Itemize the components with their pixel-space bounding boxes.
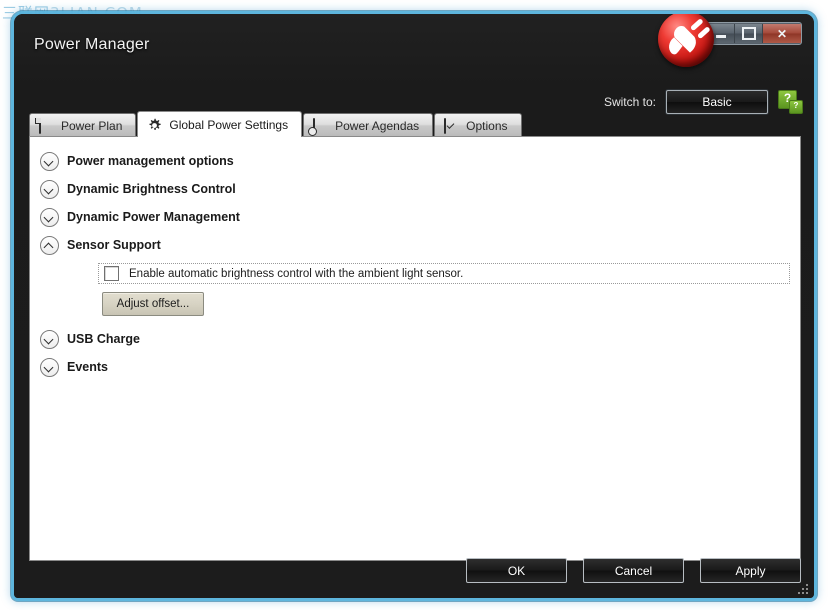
section-label: USB Charge (67, 332, 140, 346)
section-label: Dynamic Brightness Control (67, 182, 236, 196)
tab-power-plan[interactable]: Power Plan (29, 113, 137, 137)
help-question-icon[interactable]: ? ? (778, 90, 803, 114)
enable-auto-brightness-label: Enable automatic brightness control with… (129, 267, 464, 280)
power-plug-icon (652, 14, 720, 71)
tab-power-agendas[interactable]: Power Agendas (303, 113, 434, 137)
gear-glyph (149, 118, 162, 130)
switch-mode-button[interactable]: Basic (666, 90, 768, 114)
plug-glyph (669, 19, 710, 55)
section-sensor-support[interactable]: Sensor Support (30, 231, 800, 259)
section-label: Dynamic Power Management (67, 210, 240, 224)
window-controls: ✕ (706, 22, 802, 45)
adjust-offset-button[interactable]: Adjust offset... (102, 292, 204, 316)
window-title: Power Manager (34, 36, 150, 53)
tab-global-power-settings[interactable]: Global Power Settings (137, 111, 303, 137)
screenshot-root: 三联网3LIAN.COM Power Manager ✕ Switch to: … (0, 0, 829, 610)
chevron-down-icon[interactable] (40, 179, 59, 199)
chevron-down-icon[interactable] (40, 151, 59, 171)
apply-button[interactable]: Apply (700, 558, 801, 583)
checkbox-icon (444, 117, 460, 134)
gear-icon (147, 118, 163, 132)
tab-power-plan-label: Power Plan (61, 118, 123, 133)
resize-grip[interactable] (796, 582, 808, 594)
tab-strip: Power Plan Global Power Settings Power A… (29, 111, 523, 137)
section-usb-charge[interactable]: USB Charge (30, 325, 800, 353)
section-power-management-options[interactable]: Power management options (30, 147, 800, 175)
ok-button[interactable]: OK (466, 558, 567, 583)
power-manager-window: Power Manager ✕ Switch to: Basic ? ? Pow… (14, 14, 814, 598)
tab-options[interactable]: Options (434, 113, 522, 137)
section-dynamic-brightness-control[interactable]: Dynamic Brightness Control (30, 175, 800, 203)
cancel-button[interactable]: Cancel (583, 558, 684, 583)
chevron-down-icon[interactable] (40, 357, 59, 377)
chevron-down-icon[interactable] (40, 207, 59, 227)
document-icon (39, 117, 55, 134)
switch-to-row: Switch to: Basic ? ? (603, 86, 803, 118)
section-label: Events (67, 360, 108, 374)
window-inner: Power Manager ✕ Switch to: Basic ? ? Pow… (14, 14, 814, 598)
monitor-clock-icon (313, 117, 329, 134)
enable-auto-brightness-row[interactable]: Enable automatic brightness control with… (98, 263, 790, 284)
settings-list: Power management options Dynamic Brightn… (30, 137, 800, 381)
close-button[interactable]: ✕ (763, 24, 801, 43)
dialog-footer: OK Cancel Apply (14, 558, 814, 598)
enable-auto-brightness-checkbox[interactable] (104, 266, 119, 281)
help-icon-small: ? (789, 100, 803, 114)
section-label: Power management options (67, 154, 234, 168)
maximize-icon (741, 27, 756, 40)
settings-panel: Power management options Dynamic Brightn… (29, 136, 801, 561)
dialog-buttons: OK Cancel Apply (466, 558, 801, 583)
section-label: Sensor Support (67, 238, 161, 252)
section-events[interactable]: Events (30, 353, 800, 381)
maximize-button[interactable] (735, 24, 763, 43)
tab-global-power-settings-label: Global Power Settings (169, 117, 289, 132)
chevron-up-icon[interactable] (40, 235, 59, 255)
tab-power-agendas-label: Power Agendas (335, 118, 420, 133)
section-dynamic-power-management[interactable]: Dynamic Power Management (30, 203, 800, 231)
sensor-support-body: Enable automatic brightness control with… (30, 259, 800, 316)
chevron-down-icon[interactable] (40, 329, 59, 349)
switch-to-label: Switch to: (603, 95, 656, 109)
tab-options-label: Options (466, 118, 508, 133)
